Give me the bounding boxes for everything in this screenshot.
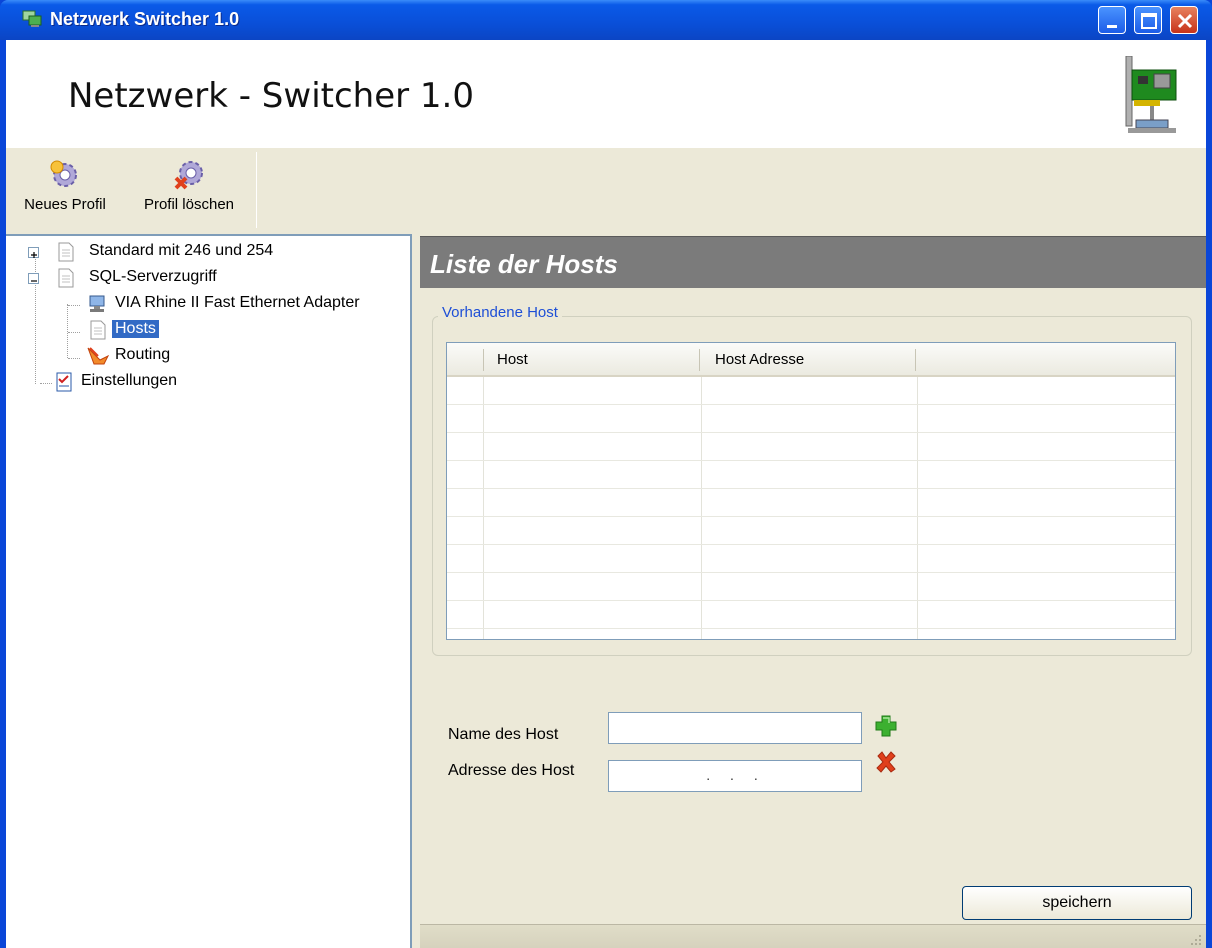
new-profile-gear-icon [50, 160, 77, 187]
groupbox-title: Vorhandene Host [438, 304, 562, 321]
grid-empty-row [447, 573, 1175, 601]
delete-profile-label: Profil löschen [143, 196, 235, 213]
section-header: Liste der Hosts [420, 236, 1206, 288]
tree-item-einstellungen[interactable]: Einstellungen [6, 370, 406, 394]
minimize-button[interactable] [1098, 6, 1126, 34]
document-icon [90, 320, 106, 340]
title-bar[interactable]: Netzwerk Switcher 1.0 [0, 0, 1212, 40]
new-profile-button[interactable]: Neues Profil [10, 158, 120, 213]
host-name-input[interactable] [608, 712, 862, 744]
tree-item-hosts[interactable]: Hosts [6, 318, 406, 342]
app-window: Netzwerk Switcher 1.0 Netzwerk - Switche… [0, 0, 1212, 948]
app-icon [22, 10, 42, 27]
window-title: Netzwerk Switcher 1.0 [50, 9, 240, 29]
section-title: Liste der Hosts [430, 249, 618, 279]
close-button[interactable] [1170, 6, 1198, 34]
routing-icon [87, 347, 110, 365]
grid-empty-row [447, 517, 1175, 545]
column-header-host[interactable]: Host [497, 351, 528, 368]
maximize-icon [1141, 13, 1157, 29]
grid-empty-row [447, 461, 1175, 489]
app-header: Netzwerk - Switcher 1.0 [6, 40, 1206, 148]
grid-empty-row [447, 405, 1175, 433]
status-bar [420, 924, 1206, 948]
tree-item-network-adapter[interactable]: VIA Rhine II Fast Ethernet Adapter [6, 292, 406, 316]
save-button[interactable]: speichern [962, 886, 1192, 920]
network-card-icon [1125, 56, 1177, 133]
tree-item-sql-serverzugriff[interactable]: SQL-Serverzugriff [6, 266, 406, 290]
profile-tree[interactable]: Standard mit 246 und 254 SQL-Serverzugri… [6, 234, 412, 948]
grid-empty-row [447, 377, 1175, 405]
tree-item-label: Routing [115, 346, 171, 363]
delete-profile-gear-icon [174, 161, 203, 190]
collapse-icon[interactable] [28, 273, 39, 284]
host-address-input[interactable]: . . . [608, 760, 862, 792]
network-adapter-icon [89, 295, 105, 312]
ip-address-dots: . . . [706, 767, 766, 783]
hosts-panel: Liste der Hosts Vorhandene Host Host Hos… [412, 234, 1206, 948]
tree-item-label: Standard mit 246 und 254 [89, 242, 274, 259]
host-address-label: Adresse des Host [448, 762, 575, 779]
toolbar: Neues Profil Profil löschen [6, 148, 1206, 234]
minimize-icon [1107, 25, 1117, 28]
grid-empty-row [447, 489, 1175, 517]
close-icon [1177, 13, 1193, 29]
tree-item-label: Einstellungen [81, 372, 178, 389]
expand-icon[interactable] [28, 247, 39, 258]
column-separator [915, 349, 916, 371]
column-separator [483, 349, 484, 371]
new-profile-label: Neues Profil [24, 196, 106, 213]
tree-item-label: VIA Rhine II Fast Ethernet Adapter [115, 294, 360, 311]
resize-grip-icon[interactable] [1188, 932, 1202, 946]
add-host-plus-icon[interactable] [874, 714, 898, 738]
page-title: Netzwerk - Switcher 1.0 [68, 76, 474, 116]
toolbar-separator [256, 152, 257, 228]
grid-empty-row [447, 545, 1175, 573]
document-icon [58, 268, 74, 288]
tree-item-routing[interactable]: Routing [6, 344, 406, 368]
client-area: Netzwerk - Switcher 1.0 Neues Profil Pro… [6, 40, 1206, 948]
tree-item-label: Hosts [112, 320, 159, 338]
grid-empty-row [447, 601, 1175, 629]
column-separator [699, 349, 700, 371]
delete-profile-button[interactable]: Profil löschen [130, 158, 248, 213]
maximize-button[interactable] [1134, 6, 1162, 34]
column-header-host-address[interactable]: Host Adresse [715, 351, 804, 368]
tree-item-standard[interactable]: Standard mit 246 und 254 [6, 240, 406, 264]
grid-header: Host Host Adresse [447, 343, 1175, 377]
host-name-label: Name des Host [448, 726, 559, 743]
document-icon [58, 242, 74, 262]
hosts-grid[interactable]: Host Host Adresse [446, 342, 1176, 640]
grid-empty-row [447, 433, 1175, 461]
settings-checklist-icon [56, 372, 72, 392]
tree-item-label: SQL-Serverzugriff [89, 268, 217, 285]
delete-host-x-icon[interactable] [874, 750, 898, 774]
